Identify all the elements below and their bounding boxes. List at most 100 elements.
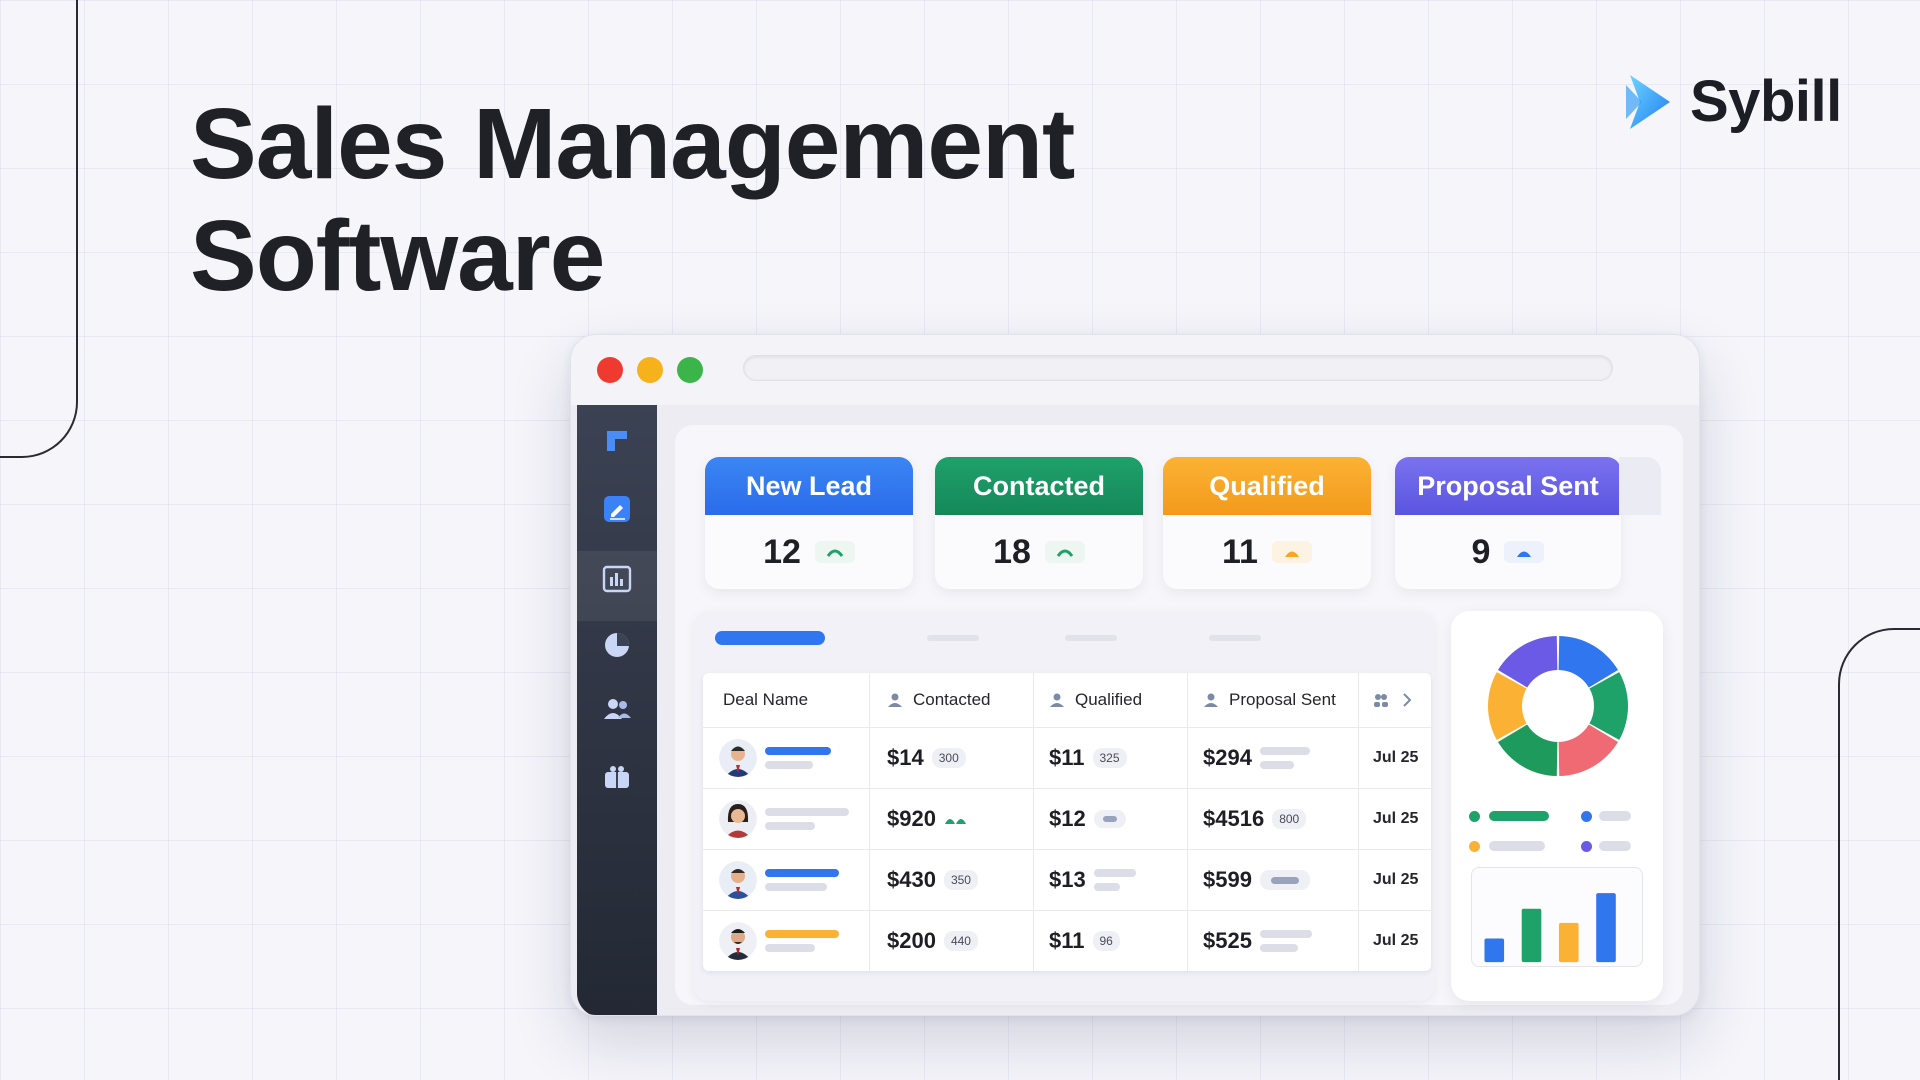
stage-label: New Lead <box>705 457 913 515</box>
tab-inactive[interactable] <box>927 635 979 641</box>
qualified-toggle <box>1093 810 1126 828</box>
proposal-value: $599 <box>1203 867 1252 892</box>
cell-proposal: $4516 800 <box>1203 789 1307 849</box>
cell-date: Jul 25 <box>1373 789 1418 849</box>
contacted-badge: 440 <box>943 931 978 951</box>
deals-table-card: Deal Name Contacted Qualified Proposal S… <box>693 611 1435 1001</box>
column-header-deal-name[interactable]: Deal Name <box>723 673 808 727</box>
stage-count: 9 <box>1471 532 1491 571</box>
stage-count: 11 <box>1222 532 1258 571</box>
stage-card-new-lead[interactable]: New Lead 12 <box>705 457 913 589</box>
contacted-value: $14 <box>887 745 924 770</box>
mini-bar <box>1521 908 1542 963</box>
deal-name-placeholder <box>765 869 839 891</box>
legend-dot <box>1581 811 1592 822</box>
stage-card-contacted[interactable]: Contacted 18 <box>935 457 1143 589</box>
report-icon[interactable] <box>599 561 635 597</box>
deals-table: Deal Name Contacted Qualified Proposal S… <box>703 673 1431 971</box>
minimize-button[interactable] <box>637 357 663 383</box>
cell-contacted: $14 300 <box>887 728 966 788</box>
header-label: Qualified <box>1075 690 1143 709</box>
cell-qualified: $11 325 <box>1049 728 1127 788</box>
deal-name-placeholder <box>765 747 831 769</box>
mini-bar <box>1558 922 1579 963</box>
mini-bar <box>1596 893 1616 963</box>
column-header-contacted[interactable]: Contacted <box>887 673 991 727</box>
person-icon <box>888 693 902 707</box>
contacted-value: $920 <box>887 806 936 831</box>
table-row[interactable] <box>719 850 839 910</box>
legend-label-placeholder <box>1489 841 1545 851</box>
contacted-badge: 350 <box>943 870 978 890</box>
header-label: Contacted <box>913 690 991 709</box>
tab-inactive[interactable] <box>1209 635 1261 641</box>
legend-dot <box>1469 841 1480 852</box>
legend-label-placeholder <box>1489 811 1549 821</box>
briefcase-icon[interactable] <box>599 759 635 795</box>
address-bar[interactable] <box>743 355 1613 381</box>
table-row[interactable] <box>719 911 839 971</box>
close-button[interactable] <box>597 357 623 383</box>
column-header-more[interactable] <box>1373 673 1415 727</box>
contacted-value: $200 <box>887 928 936 953</box>
cell-proposal: $525 <box>1203 911 1312 971</box>
decorative-corner-line <box>0 0 78 458</box>
cell-qualified: $12 <box>1049 789 1126 849</box>
page-headline: Sales Management Software <box>190 88 1075 312</box>
avatar <box>719 861 757 899</box>
edit-icon[interactable] <box>599 491 635 527</box>
stage-card-proposal-sent[interactable]: Proposal Sent 9 <box>1395 457 1621 589</box>
proposal-value: $4516 <box>1203 806 1265 831</box>
team-icon[interactable] <box>599 691 635 727</box>
cell-qualified: $11 96 <box>1049 911 1120 971</box>
trend-icon <box>1504 541 1545 563</box>
headline-line-1: Sales Management <box>190 88 1075 200</box>
tab-inactive[interactable] <box>1065 635 1117 641</box>
trend-icon <box>1271 541 1312 563</box>
qualified-value: $11 <box>1049 928 1085 953</box>
proposal-value: $525 <box>1203 928 1252 953</box>
column-header-proposal-sent[interactable]: Proposal Sent <box>1203 673 1336 727</box>
window-titlebar <box>571 335 1699 405</box>
maximize-button[interactable] <box>677 357 703 383</box>
table-row[interactable] <box>719 728 831 788</box>
sybill-logo-icon <box>1626 74 1670 129</box>
stage-label: Contacted <box>935 457 1143 515</box>
mini-bar-chart <box>1471 867 1643 967</box>
qualified-value: $13 <box>1049 867 1086 892</box>
stage-count: 18 <box>993 532 1031 571</box>
column-header-qualified[interactable]: Qualified <box>1049 673 1142 727</box>
avatar <box>719 800 757 838</box>
tab-active[interactable] <box>715 631 825 645</box>
brand-name: Sybill <box>1690 69 1842 134</box>
headline-line-2: Software <box>190 200 605 312</box>
person-icon <box>1204 693 1218 707</box>
header-label: Deal Name <box>723 690 809 709</box>
avatar <box>719 739 757 777</box>
date-value: Jul 25 <box>1373 932 1419 949</box>
chevron-right-icon[interactable] <box>1399 692 1415 708</box>
qualified-value: $12 <box>1049 806 1086 831</box>
donut-chart <box>1488 636 1628 776</box>
sidebar <box>577 405 657 1015</box>
trend-icon <box>1044 541 1085 563</box>
table-row[interactable] <box>719 789 849 849</box>
logo-icon[interactable] <box>599 423 635 459</box>
pie-chart-icon[interactable] <box>599 627 635 663</box>
brand-logo: Sybill <box>1618 68 1842 135</box>
proposal-toggle <box>1259 870 1310 890</box>
proposal-value: $294 <box>1203 745 1252 770</box>
legend-label-placeholder <box>1599 841 1631 851</box>
person-icon <box>1050 693 1064 707</box>
app-window: New Lead 12 Contacted 18 Qualified 11 Pr… <box>570 334 1700 1016</box>
cell-contacted: $200 440 <box>887 911 978 971</box>
qualified-badge: 96 <box>1092 931 1120 951</box>
proposal-badge: 800 <box>1272 809 1307 829</box>
analytics-card <box>1451 611 1663 1001</box>
stage-card-qualified[interactable]: Qualified 11 <box>1163 457 1371 589</box>
stage-count: 12 <box>763 532 801 571</box>
legend-dot <box>1581 841 1592 852</box>
date-value: Jul 25 <box>1373 810 1419 827</box>
cell-contacted: $920 <box>887 789 968 849</box>
mini-bar <box>1484 938 1505 963</box>
